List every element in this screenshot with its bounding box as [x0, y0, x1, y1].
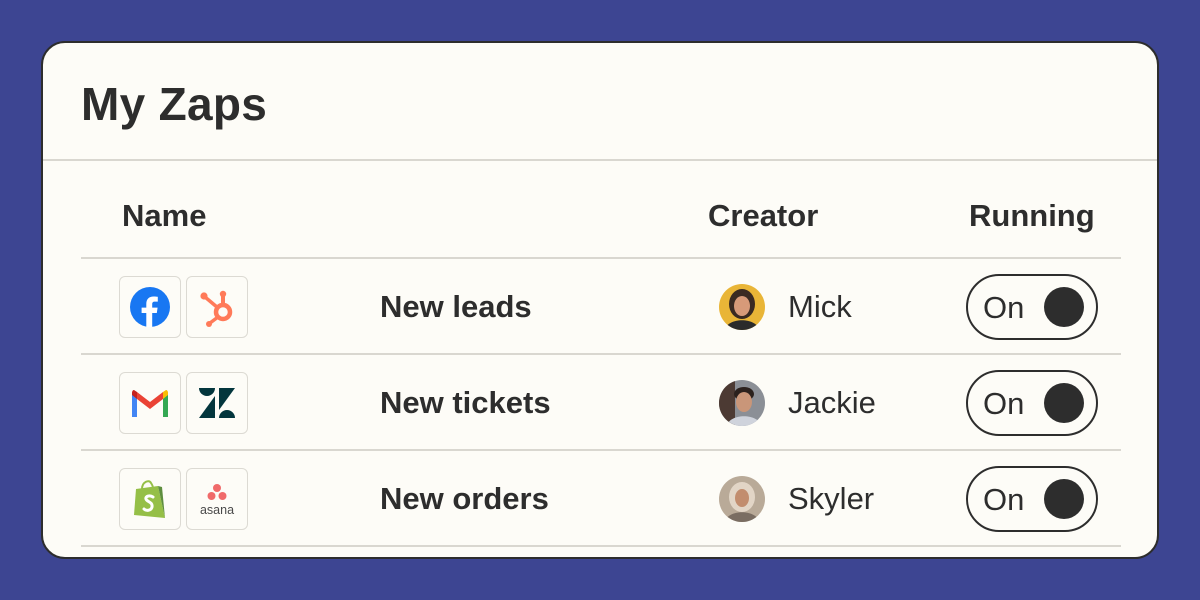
column-header-running[interactable]: Running — [969, 198, 1095, 234]
shopify-icon — [119, 468, 181, 530]
gmail-icon — [119, 372, 181, 434]
running-toggle[interactable]: On — [966, 370, 1098, 436]
creator-name: Mick — [788, 289, 852, 324]
toggle-label: On — [983, 482, 1025, 517]
toggle-label: On — [983, 290, 1025, 325]
table-row[interactable]: asana New orders Skyler On — [43, 451, 1157, 547]
table-row[interactable]: New leads Mick On — [43, 259, 1157, 355]
toggle-knob — [1044, 383, 1084, 423]
column-header-name[interactable]: Name — [122, 198, 206, 234]
hubspot-icon — [186, 276, 248, 338]
zap-name[interactable]: New orders — [380, 481, 549, 517]
asana-wordmark: asana — [200, 503, 234, 517]
toggle-knob — [1044, 479, 1084, 519]
column-header-creator[interactable]: Creator — [708, 198, 818, 234]
creator-name: Jackie — [788, 385, 876, 420]
asana-icon: asana — [186, 468, 248, 530]
avatar — [719, 476, 765, 522]
zap-name[interactable]: New tickets — [380, 385, 551, 421]
zendesk-icon — [186, 372, 248, 434]
running-toggle[interactable]: On — [966, 466, 1098, 532]
card-header: My Zaps — [43, 43, 1157, 161]
toggle-knob — [1044, 287, 1084, 327]
table-row[interactable]: New tickets Jackie On — [43, 355, 1157, 451]
zap-name[interactable]: New leads — [380, 289, 532, 325]
avatar — [719, 380, 765, 426]
facebook-icon — [119, 276, 181, 338]
running-toggle[interactable]: On — [966, 274, 1098, 340]
page-title: My Zaps — [81, 78, 268, 130]
row-divider — [81, 545, 1121, 547]
zaps-card: My Zaps Name Creator Running New leads M… — [41, 41, 1159, 559]
toggle-label: On — [983, 386, 1025, 421]
avatar — [719, 284, 765, 330]
creator-name: Skyler — [788, 481, 875, 516]
